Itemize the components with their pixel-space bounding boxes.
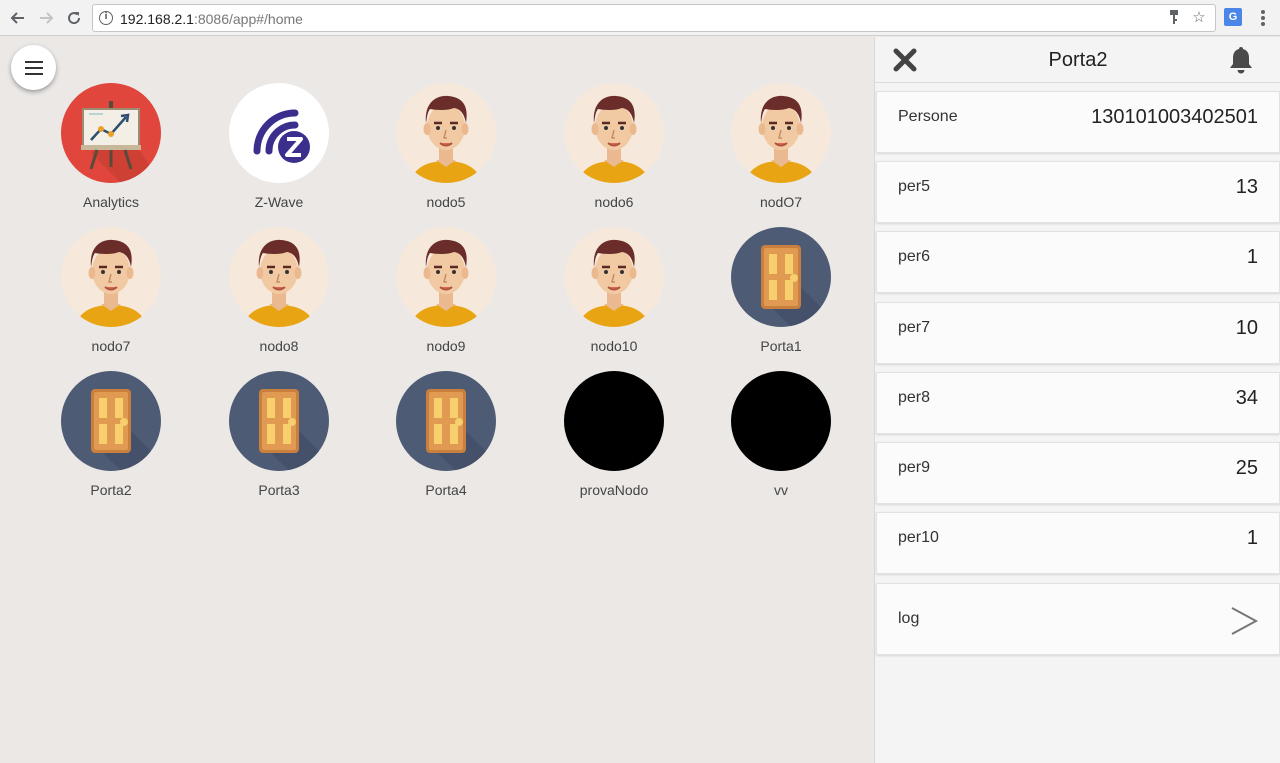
row-value: 25 (1235, 457, 1258, 479)
url-text[interactable]: 192.168.2.1:8086/app#/home (120, 11, 303, 27)
url-path: :8086/app#/home (193, 11, 303, 27)
tile-nodo6[interactable]: nodo6 (544, 83, 684, 210)
key-icon[interactable] (1165, 9, 1183, 27)
chevron-right-icon[interactable] (1229, 604, 1259, 638)
detail-panel: Porta2 Persone 130101003402501 per5 13 p… (874, 37, 1280, 763)
tile-label: Porta2 (90, 482, 132, 498)
browser-menu-icon[interactable] (1254, 8, 1272, 28)
person-avatar-icon (396, 83, 496, 183)
row-value: 10 (1235, 317, 1258, 339)
door-icon (396, 371, 496, 471)
tile-label: Porta1 (760, 338, 802, 354)
address-bar[interactable]: i 192.168.2.1:8086/app#/home ☆ (92, 4, 1216, 32)
person-avatar-icon (396, 227, 496, 327)
door-icon (731, 227, 831, 327)
info-icon[interactable]: i (99, 11, 113, 25)
tile-label: Z-Wave (254, 194, 304, 210)
tile-nodO7[interactable]: nodO7 (711, 83, 851, 210)
row-label: per9 (898, 459, 931, 476)
translate-extension-icon[interactable]: G (1224, 8, 1242, 26)
panel-header: Porta2 (875, 37, 1280, 83)
tile-label: nodo8 (259, 338, 299, 354)
tile-provaNodo[interactable]: provaNodo (544, 371, 684, 498)
tile-porta4[interactable]: Porta4 (376, 371, 516, 498)
forward-arrow-icon[interactable] (34, 6, 58, 30)
browser-toolbar: i 192.168.2.1:8086/app#/home ☆ G (0, 0, 1280, 36)
zwave-icon (229, 83, 329, 183)
tile-label: Porta4 (425, 482, 467, 498)
panel-title: Porta2 (1048, 49, 1108, 71)
door-icon (61, 371, 161, 471)
row-label: per7 (898, 319, 931, 336)
menu-line (24, 60, 43, 63)
data-row-persone[interactable]: Persone 130101003402501 (876, 91, 1280, 153)
tile-vv[interactable]: vv (711, 371, 851, 498)
tile-label: Analytics (82, 194, 140, 210)
log-row[interactable]: log (876, 583, 1280, 655)
person-avatar-icon (229, 227, 329, 327)
tile-nodo9[interactable]: nodo9 (376, 227, 516, 354)
person-avatar-icon (61, 227, 161, 327)
row-label: per8 (898, 389, 931, 406)
tile-zwave[interactable]: Z-Wave (209, 83, 349, 210)
menu-line (24, 66, 43, 69)
row-label: per6 (898, 248, 931, 265)
tile-label: nodo9 (426, 338, 466, 354)
data-row-per6[interactable]: per6 1 (876, 231, 1280, 293)
bookmark-star-icon[interactable]: ☆ (1190, 9, 1208, 27)
row-value: 34 (1235, 387, 1258, 409)
tile-label: provaNodo (579, 482, 649, 498)
row-value: 1 (1246, 527, 1258, 549)
data-row-per10[interactable]: per10 1 (876, 512, 1280, 574)
tile-label: nodo6 (594, 194, 634, 210)
menu-line (24, 72, 43, 75)
row-value: 13 (1235, 176, 1258, 198)
black-circle-icon (564, 371, 664, 471)
back-arrow-icon[interactable] (6, 6, 30, 30)
door-icon (229, 371, 329, 471)
tile-label: Porta3 (258, 482, 300, 498)
tile-nodo7[interactable]: nodo7 (41, 227, 181, 354)
person-avatar-icon (564, 83, 664, 183)
tile-analytics[interactable]: Analytics (41, 83, 181, 210)
data-row-per7[interactable]: per7 10 (876, 302, 1280, 364)
tile-porta1[interactable]: Porta1 (711, 227, 851, 354)
data-row-per9[interactable]: per9 25 (876, 442, 1280, 504)
url-host: 192.168.2.1 (120, 11, 194, 27)
reload-icon[interactable] (62, 6, 86, 30)
person-avatar-icon (731, 83, 831, 183)
person-avatar-icon (564, 227, 664, 327)
tile-label: vv (774, 482, 788, 498)
row-value: 130101003402501 (1091, 106, 1258, 128)
row-value: 1 (1246, 246, 1258, 268)
analytics-icon (61, 83, 161, 183)
tile-label: nodo5 (426, 194, 466, 210)
data-row-per5[interactable]: per5 13 (876, 161, 1280, 223)
black-circle-icon (731, 371, 831, 471)
tile-label: nodo7 (91, 338, 131, 354)
row-label: Persone (898, 108, 958, 125)
tile-label: nodo10 (590, 338, 638, 354)
tile-porta3[interactable]: Porta3 (209, 371, 349, 498)
tile-nodo5[interactable]: nodo5 (376, 83, 516, 210)
row-label: per5 (898, 178, 931, 195)
data-row-per8[interactable]: per8 34 (876, 372, 1280, 434)
row-label: per10 (898, 529, 939, 546)
tile-porta2[interactable]: Porta2 (41, 371, 181, 498)
tile-nodo8[interactable]: nodo8 (209, 227, 349, 354)
tile-label: nodO7 (759, 194, 803, 210)
bell-icon[interactable] (1227, 45, 1255, 75)
tile-nodo10[interactable]: nodo10 (544, 227, 684, 354)
log-label: log (898, 610, 920, 627)
